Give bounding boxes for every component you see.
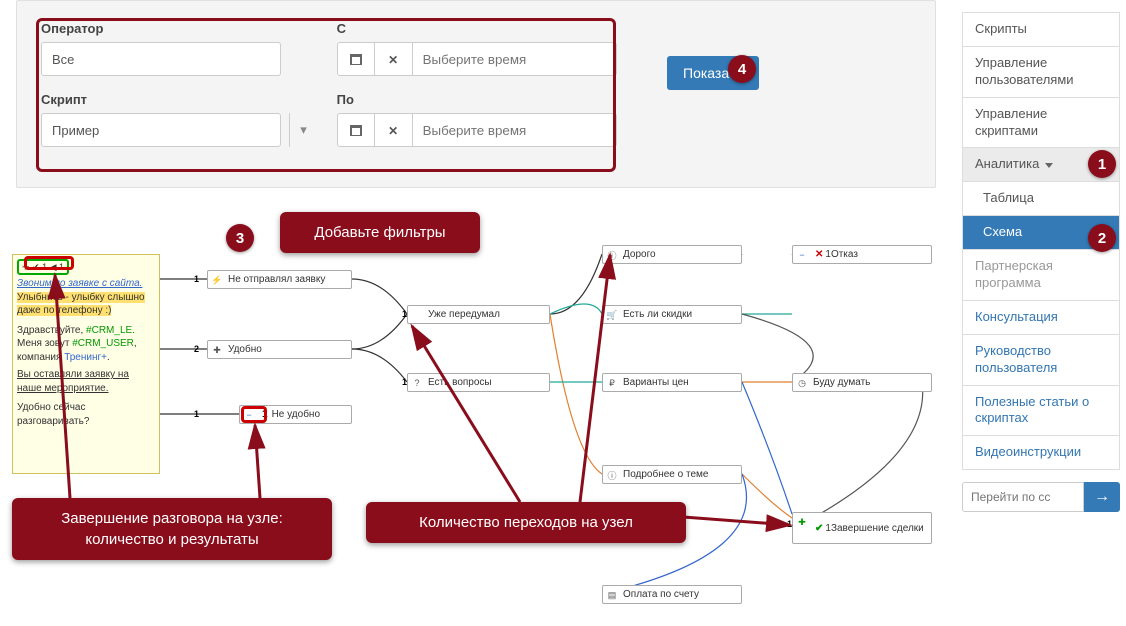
node-convenient[interactable]: ✚Удобно (207, 340, 352, 359)
from-label: С (337, 21, 617, 36)
arrow-right-icon (1094, 489, 1110, 504)
start-link-1: Звоним по заявке с сайта. (17, 277, 155, 291)
node-more-topic[interactable]: ⓘПодробнее о теме (602, 465, 742, 484)
goto-button[interactable] (1084, 482, 1120, 512)
clear-to-icon[interactable] (375, 113, 413, 147)
bolt-icon: ⚡ (211, 274, 223, 286)
minus-icon: − (243, 409, 255, 421)
clear-from-icon[interactable] (375, 42, 413, 76)
step-badge-3: 3 (226, 224, 254, 252)
plus-icon: ✚ (211, 344, 223, 356)
check-icon: ✔ (815, 523, 823, 534)
sidebar-item-articles[interactable]: Полезные статьи о скриптах (962, 386, 1120, 437)
sidebar-item-videos[interactable]: Видеоинструкции (962, 436, 1120, 470)
to-label: По (337, 92, 617, 107)
svg-text:2: 2 (194, 344, 199, 354)
svg-text:1: 1 (194, 274, 199, 284)
callout-node-end: Завершение разговора на узле: количество… (12, 498, 332, 560)
ruble-icon: ₽ (606, 377, 618, 389)
callout-add-filters: Добавьте фильтры (280, 212, 480, 253)
start-node[interactable]: ✈ ✔ 1 ◀ 1 Звоним по заявке с сайта. Улыб… (12, 254, 160, 474)
script-select[interactable] (41, 113, 281, 147)
node-discounts[interactable]: 🛒Есть ли скидки (602, 305, 742, 324)
sidebar-item-guide[interactable]: Руководство пользователя (962, 335, 1120, 386)
info-icon: ⓘ (606, 249, 618, 261)
script-label: Скрипт (41, 92, 317, 107)
step-badge-4: 4 (728, 55, 756, 83)
node-invoice-pay[interactable]: ▤Оплата по счету (602, 585, 742, 604)
sidebar: Скрипты Управление пользователями Управл… (962, 12, 1120, 512)
info-icon: ⓘ (606, 469, 618, 481)
node-changed-mind[interactable]: Уже передумал (407, 305, 550, 324)
sidebar-item-manage-scripts[interactable]: Управление скриптами (962, 98, 1120, 149)
node-refusal[interactable]: −✕1Отказ (792, 245, 932, 264)
node-expensive[interactable]: ⓘДорого (602, 245, 742, 264)
from-time-input[interactable] (413, 42, 617, 76)
doc-icon: ▤ (606, 589, 618, 601)
node-deal-done[interactable]: ✚✔1Завершение сделки (792, 512, 932, 544)
minus-icon: − (796, 249, 808, 261)
filter-panel: Оператор Скрипт ▾ С По (16, 0, 936, 188)
calendar-icon[interactable] (337, 42, 375, 76)
caret-down-icon (1045, 163, 1053, 168)
clock-icon: ◷ (796, 377, 808, 389)
sidebar-item-users[interactable]: Управление пользователями (962, 47, 1120, 98)
question-icon: ? (411, 377, 423, 389)
x-icon: ✕ (815, 249, 823, 260)
operator-label: Оператор (41, 21, 317, 36)
step-badge-1: 1 (1088, 150, 1116, 178)
goto-link-group (962, 482, 1120, 512)
cart-icon: 🛒 (606, 309, 618, 321)
node-no-request[interactable]: ⚡Не отправлял заявку (207, 270, 352, 289)
node-have-questions[interactable]: ?Есть вопросы (407, 373, 550, 392)
plus-icon: ✚ (796, 516, 808, 528)
flow-diagram: 1 2 1 1 1 1 ✈ ✔ 1 ◀ 1 Звоним по заявке с… (12, 254, 948, 624)
node-not-convenient[interactable]: −1Не удобно (239, 405, 352, 424)
node-will-think[interactable]: ◷Буду думать (792, 373, 932, 392)
goto-input[interactable] (962, 482, 1084, 512)
sidebar-item-scripts[interactable]: Скрипты (962, 12, 1120, 47)
to-time-input[interactable] (413, 113, 617, 147)
node-price-options[interactable]: ₽Варианты цен (602, 373, 742, 392)
callout-transitions: Количество переходов на узел (366, 502, 686, 543)
svg-text:1: 1 (194, 409, 199, 419)
start-result-icons: ✈ ✔ 1 ◀ 1 (17, 259, 69, 275)
step-badge-2: 2 (1088, 224, 1116, 252)
operator-select[interactable] (41, 42, 281, 76)
start-highlight: Улыбнись - улыбку слышно даже по телефон… (17, 292, 145, 317)
sidebar-item-consult[interactable]: Консультация (962, 301, 1120, 335)
calendar-icon[interactable] (337, 113, 375, 147)
caret-down-icon[interactable]: ▾ (289, 113, 317, 147)
sidebar-item-table[interactable]: Таблица (962, 182, 1120, 216)
sidebar-item-partner[interactable]: Партнерская программа (962, 250, 1120, 301)
